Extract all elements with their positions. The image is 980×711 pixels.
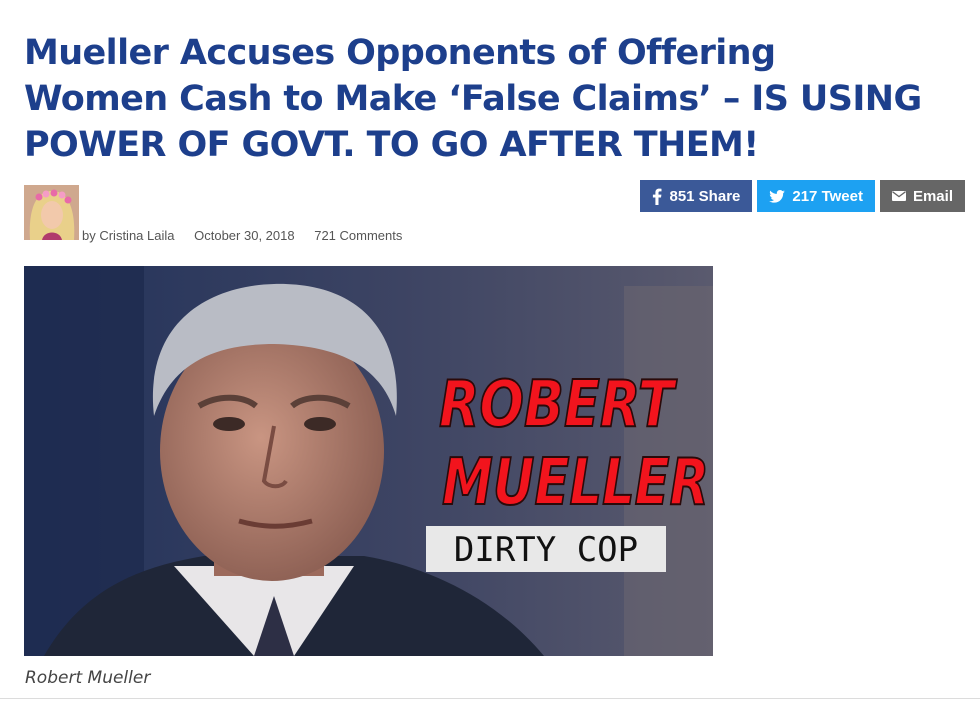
share-buttons: 851 Share 217 Tweet Email — [640, 180, 965, 212]
headline-line: Mueller Accuses Opponents of Offering — [24, 33, 776, 73]
headline-line: Women Cash to Make ‘False Claims’ – IS U… — [24, 79, 922, 119]
email-share-label: Email — [912, 187, 953, 205]
author-byline[interactable]: by Cristina Laila — [82, 228, 175, 243]
comments-link[interactable]: 721 Comments — [314, 228, 402, 243]
image-overlay-tag: DIRTY COP — [454, 530, 638, 570]
image-overlay-name-line2: MUELLER — [442, 444, 709, 519]
facebook-share-label: 851 Share — [669, 187, 741, 205]
twitter-tweet-button[interactable]: 217 Tweet — [757, 180, 875, 212]
article-meta: by Cristina Laila October 30, 2018 721 C… — [82, 228, 418, 243]
divider — [0, 698, 980, 699]
publish-date: October 30, 2018 — [194, 228, 295, 243]
featured-image[interactable]: ROBERT MUELLER DIRTY COP — [24, 266, 713, 656]
author-avatar[interactable] — [24, 185, 79, 240]
email-share-button[interactable]: Email — [879, 180, 965, 212]
image-overlay-name-line1: ROBERT — [439, 367, 677, 441]
image-caption: Robert Mueller — [25, 668, 151, 688]
twitter-icon — [769, 189, 786, 203]
facebook-icon — [653, 188, 662, 205]
twitter-tweet-label: 217 Tweet — [792, 187, 863, 205]
article-headline: Mueller Accuses Opponents of Offering Wo… — [24, 30, 969, 168]
mail-icon — [891, 191, 906, 201]
facebook-share-button[interactable]: 851 Share — [640, 180, 753, 212]
headline-line: POWER OF GOVT. TO GO AFTER THEM! — [24, 125, 759, 165]
